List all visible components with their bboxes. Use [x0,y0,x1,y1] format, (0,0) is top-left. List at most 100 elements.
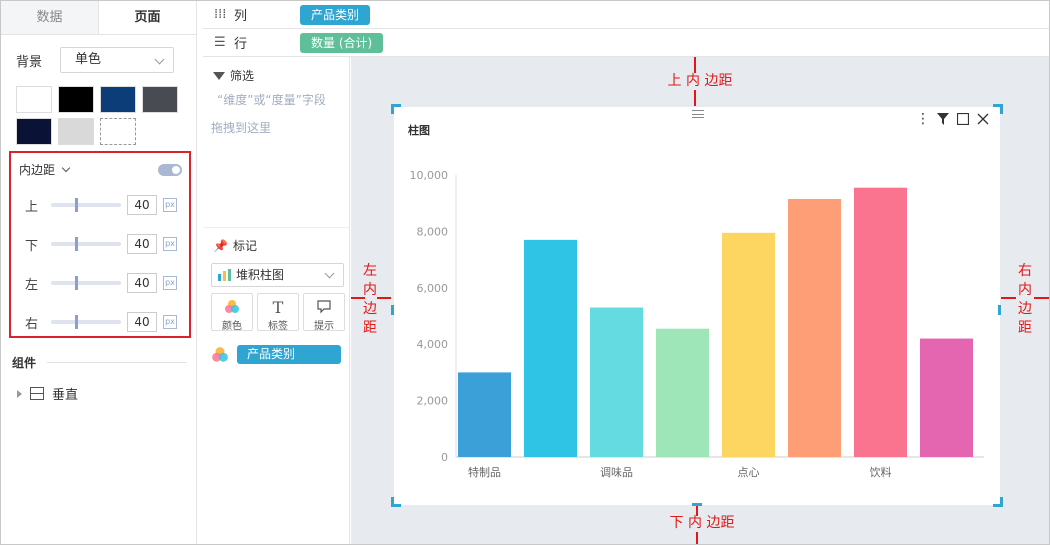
color-field-pill[interactable]: 产品类别 [237,345,341,364]
padding-top-input[interactable]: 40 [127,195,157,215]
padding-bottom-label: 下 [25,238,39,254]
selection-edge-handle[interactable] [391,305,394,315]
label-button[interactable]: T 标签 [257,293,299,332]
background-row: 背景 单色 [16,47,176,73]
padding-right-label: 右 [25,316,39,332]
mark-type-select[interactable]: 堆积柱图 [211,263,344,287]
slider-handle[interactable] [75,237,78,251]
chevron-down-icon [61,163,71,173]
swatch-navy[interactable] [100,86,136,113]
bar-2[interactable] [590,307,643,457]
filter-icon [213,71,225,80]
y-tick-label: 8,000 [417,225,449,238]
annotation-char: 内 [363,282,377,298]
padding-row-bottom: 下 40 px [25,234,185,254]
selection-corner-handle[interactable] [993,104,1003,114]
x-tick-label: 特制品 [468,465,501,479]
bar-0[interactable] [458,372,511,457]
px-unit-badge: px [163,198,177,212]
mark-title-label: 标记 [232,239,257,253]
y-tick-label: 0 [441,451,448,464]
rows-icon: ☰ [214,35,226,50]
pin-icon: 📌 [213,238,228,253]
padding-toggle[interactable] [158,164,182,176]
padding-left-input[interactable]: 40 [127,273,157,293]
y-tick-label: 10,000 [410,169,449,182]
bar-4[interactable] [722,232,775,457]
color-icon [212,297,252,317]
right-padding-annotation: 右 内 边 距 [1016,262,1034,338]
tooltip-button[interactable]: 提示 [303,293,345,332]
bottom-padding-annotation: 下 内 边距 [669,515,735,531]
columns-field-pill[interactable]: 产品类别 [300,4,371,25]
swatch-black[interactable] [58,86,94,113]
swatch-dark-navy[interactable] [16,118,52,145]
caret-right-icon[interactable] [17,389,22,398]
filter-mark-panel: 筛选 “维度”或“度量”字段 拖拽到这里 📌 标记 堆积柱图 颜色 T 标签 提… [203,57,350,544]
slider-handle[interactable] [75,315,78,329]
chevron-down-icon [324,268,335,279]
label-button-label: 标签 [268,321,288,332]
background-type-select[interactable]: 单色 [60,47,174,73]
rows-field-pill[interactable]: 数量 (合计) [300,32,384,53]
component-item-label: 垂直 [52,388,79,403]
swatch-light-gray[interactable] [58,118,94,145]
filter-drop-hint-2[interactable]: 拖拽到这里 [211,119,271,136]
selection-corner-handle[interactable] [993,497,1003,507]
filter-drop-hint[interactable]: “维度”或“度量”字段 [217,91,326,108]
swatch-white[interactable] [16,86,52,113]
top-padding-annotation: 上 内 边距 [667,73,733,89]
chevron-down-icon [154,54,165,65]
tab-data[interactable]: 数据 [1,1,99,34]
padding-left-slider[interactable] [51,276,121,290]
slider-handle[interactable] [75,276,78,290]
padding-right-input[interactable]: 40 [127,312,157,332]
padding-title[interactable]: 内边距 [19,161,71,178]
left-padding-annotation: 左 内 边 距 [361,262,379,338]
swatch-transparent[interactable] [100,118,136,145]
annotation-marker [1001,297,1016,299]
chart-card[interactable]: 柱图 ⋮ 0 2,000 4,000 6,000 8,000 10,000 特制品 调味品 点心… [394,107,1000,505]
annotation-char: 边 [1018,301,1032,317]
swatch-dark-gray[interactable] [142,86,178,113]
stacked-bar-icon [218,269,231,281]
padding-title-label: 内边距 [19,163,56,177]
tab-page[interactable]: 页面 [99,1,196,34]
padding-top-label: 上 [25,199,39,215]
bar-chart: 0 2,000 4,000 6,000 8,000 10,000 特制品 调味品 点心 饮料 [410,169,984,479]
annotation-marker [694,57,696,73]
padding-bottom-slider[interactable] [51,237,121,251]
selection-edge-handle[interactable] [998,305,1001,315]
bar-1[interactable] [524,239,577,457]
y-tick-label: 2,000 [417,395,449,408]
property-panel: 数据 页面 背景 单色 内边距 上 40 px 下 40 px 左 40 px … [1,1,197,544]
color-button[interactable]: 颜色 [211,293,253,332]
padding-right-slider[interactable] [51,315,121,329]
filter-title: 筛选 [213,67,254,84]
bar-5[interactable] [788,198,841,457]
annotation-marker [696,532,698,544]
padding-settings: 内边距 上 40 px 下 40 px 左 40 px 右 40 px [9,151,191,338]
component-item-vertical[interactable]: 垂直 [17,384,78,403]
bar-3[interactable] [656,328,709,457]
annotation-char: 边 [363,301,377,317]
annotation-char: 右 [1018,263,1032,279]
filter-title-label: 筛选 [230,69,255,83]
padding-bottom-input[interactable]: 40 [127,234,157,254]
selection-corner-handle[interactable] [391,497,401,507]
text-icon: T [272,297,284,317]
bar-6[interactable] [854,187,907,457]
bar-7[interactable] [920,338,973,457]
columns-shelf: ⁞⁞⁞ 列 产品类别 [203,1,1049,29]
mark-buttons: 颜色 T 标签 提示 [211,293,345,332]
divider [203,227,349,228]
annotation-char: 距 [363,320,377,336]
comment-icon [304,297,344,317]
padding-top-slider[interactable] [51,198,121,212]
background-label: 背景 [16,54,43,70]
slider-handle[interactable] [75,198,78,212]
selection-corner-handle[interactable] [391,104,401,114]
divider [47,362,187,363]
px-unit-badge: px [163,237,177,251]
annotation-marker [377,297,391,299]
